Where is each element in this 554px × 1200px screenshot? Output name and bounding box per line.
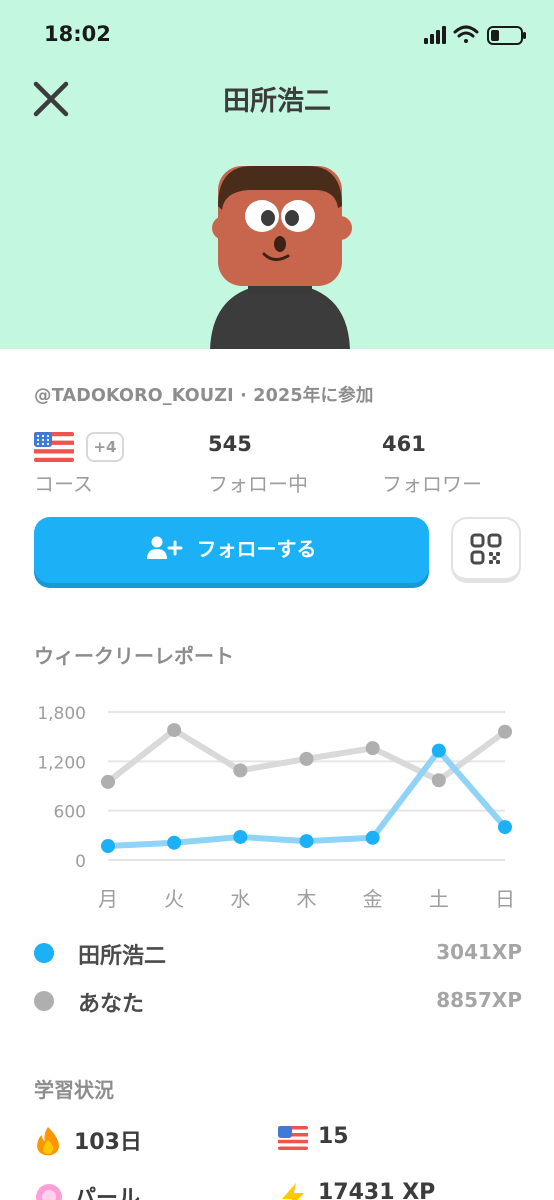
pearl-league-icon bbox=[36, 1184, 62, 1200]
profile-hero: 18:02 田所浩二 bbox=[0, 0, 554, 349]
follow-button-label: フォローする bbox=[196, 537, 317, 561]
legend-xp: 8857XP bbox=[436, 988, 522, 1012]
data-point bbox=[299, 751, 314, 766]
followers-stat[interactable]: 461 フォロワー bbox=[382, 432, 482, 496]
streak-value: 103日 bbox=[74, 1130, 142, 1155]
data-point bbox=[233, 829, 248, 844]
legend-name: あなた bbox=[78, 992, 145, 1017]
progress-title: 学習状況 bbox=[34, 1078, 114, 1102]
legend-xp: 3041XP bbox=[436, 940, 522, 964]
signal-icon bbox=[424, 26, 446, 44]
legend-dot bbox=[34, 991, 54, 1011]
data-point bbox=[498, 724, 512, 739]
x-tick-label: 木 bbox=[297, 887, 317, 911]
x-tick-label: 水 bbox=[230, 887, 250, 911]
status-bar: 18:02 bbox=[0, 0, 554, 70]
data-point bbox=[167, 835, 182, 850]
data-point bbox=[101, 774, 115, 789]
y-tick-label: 0 bbox=[75, 852, 86, 872]
y-tick-label: 1,800 bbox=[37, 704, 86, 724]
legend-row: 田所浩二 3041XP bbox=[34, 938, 522, 970]
following-stat[interactable]: 545 フォロー中 bbox=[208, 432, 308, 496]
page-title: 田所浩二 bbox=[223, 86, 331, 117]
course-score-value: 15 bbox=[318, 1124, 349, 1149]
status-time: 18:02 bbox=[44, 22, 111, 46]
data-point bbox=[365, 830, 380, 845]
followers-label: フォロワー bbox=[382, 472, 482, 496]
us-flag-icon bbox=[34, 432, 74, 462]
x-tick-label: 日 bbox=[495, 887, 515, 911]
weekly-report-title: ウィークリーレポート bbox=[34, 644, 234, 668]
data-point bbox=[101, 839, 115, 854]
data-point bbox=[299, 834, 314, 849]
wifi-icon bbox=[453, 25, 479, 43]
league-value: パール bbox=[74, 1186, 141, 1200]
status-icons bbox=[424, 25, 526, 45]
avatar bbox=[210, 166, 352, 349]
legend-dot bbox=[34, 943, 54, 963]
extra-courses-badge: +4 bbox=[86, 432, 124, 462]
weekly-xp-chart: 0 600 1,200 1,800 月 火 水 木 金 土 日 bbox=[37, 704, 515, 911]
data-point bbox=[431, 773, 446, 788]
add-user-icon bbox=[146, 536, 182, 559]
data-point bbox=[167, 723, 182, 738]
x-tick-label: 金 bbox=[363, 887, 383, 911]
legend-row: あなた 8857XP bbox=[34, 986, 522, 1018]
courses-label: コース bbox=[34, 472, 93, 496]
x-tick-label: 土 bbox=[429, 887, 449, 911]
data-point bbox=[365, 741, 380, 756]
us-flag-icon bbox=[278, 1126, 308, 1150]
flame-icon bbox=[37, 1127, 59, 1156]
y-tick-label: 600 bbox=[54, 803, 86, 823]
followers-count: 461 bbox=[382, 432, 426, 456]
qr-code-icon bbox=[470, 533, 502, 565]
follow-button[interactable]: フォローする bbox=[34, 517, 429, 583]
following-count: 545 bbox=[208, 432, 252, 456]
legend-name: 田所浩二 bbox=[78, 944, 167, 969]
following-label: フォロー中 bbox=[208, 472, 308, 496]
data-point bbox=[431, 743, 446, 758]
total-xp-value: 17431 XP bbox=[318, 1180, 436, 1200]
data-point bbox=[233, 763, 248, 778]
x-tick-label: 月 bbox=[98, 887, 118, 911]
y-tick-label: 1,200 bbox=[37, 753, 86, 773]
x-tick-label: 火 bbox=[164, 887, 184, 911]
profile-handle: @TADOKORO_KOUZI · 2025年に参加 bbox=[34, 386, 374, 406]
qr-code-button[interactable] bbox=[451, 517, 521, 583]
lightning-icon bbox=[282, 1183, 304, 1200]
battery-icon bbox=[487, 26, 526, 45]
data-point bbox=[498, 820, 512, 835]
